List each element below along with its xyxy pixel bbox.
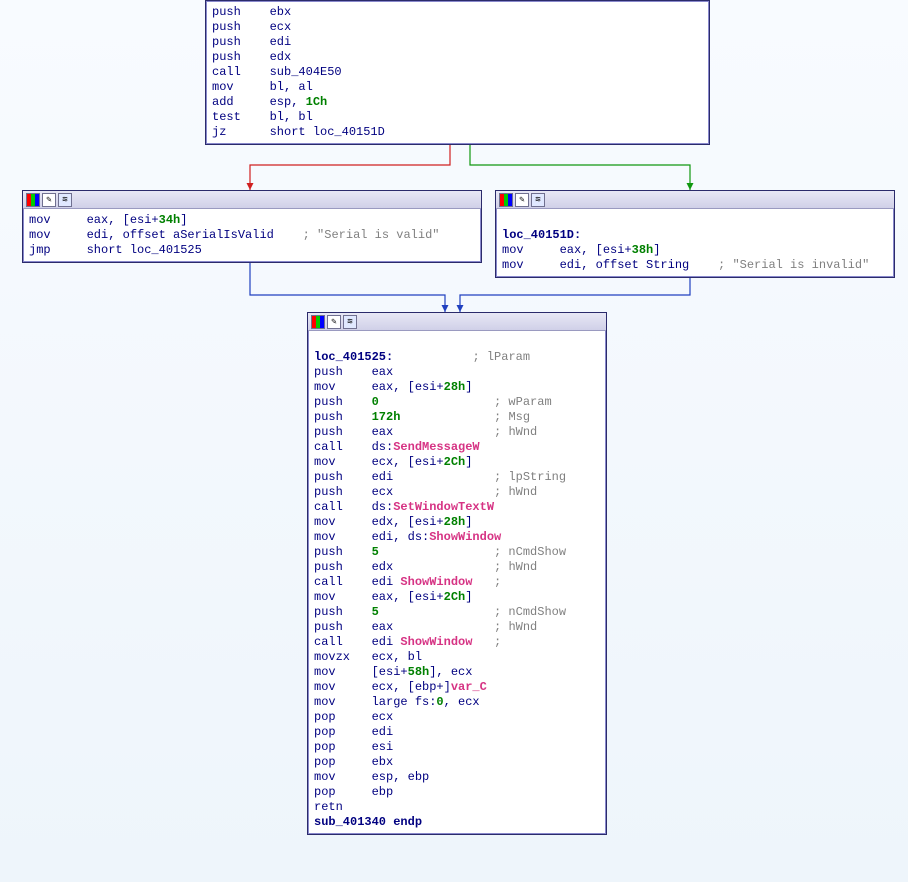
block-titlebar: ✎ ≋ bbox=[308, 313, 606, 331]
block-titlebar: ✎ ≋ bbox=[23, 191, 481, 209]
code-left: mov eax, [esi+34h] mov edi, offset aSeri… bbox=[23, 209, 481, 262]
block-invalid[interactable]: ✎ ≋ loc_40151D: mov eax, [esi+38h] mov e… bbox=[495, 190, 895, 278]
block-epilog[interactable]: ✎ ≋ loc_401525: ; lParam push eax mov ea… bbox=[307, 312, 607, 835]
block-top[interactable]: push ebx push ecx push edi push edx call… bbox=[205, 0, 710, 145]
color-icon bbox=[499, 193, 513, 207]
code-bottom: loc_401525: ; lParam push eax mov eax, [… bbox=[308, 331, 606, 834]
color-icon bbox=[26, 193, 40, 207]
flow-icon: ≋ bbox=[58, 193, 72, 207]
flow-icon: ≋ bbox=[343, 315, 357, 329]
color-icon bbox=[311, 315, 325, 329]
edit-icon: ✎ bbox=[327, 315, 341, 329]
code-top: push ebx push ecx push edi push edx call… bbox=[206, 1, 709, 144]
block-valid[interactable]: ✎ ≋ mov eax, [esi+34h] mov edi, offset a… bbox=[22, 190, 482, 263]
flow-icon: ≋ bbox=[531, 193, 545, 207]
edit-icon: ✎ bbox=[515, 193, 529, 207]
block-titlebar: ✎ ≋ bbox=[496, 191, 894, 209]
code-right: loc_40151D: mov eax, [esi+38h] mov edi, … bbox=[496, 209, 894, 277]
edit-icon: ✎ bbox=[42, 193, 56, 207]
